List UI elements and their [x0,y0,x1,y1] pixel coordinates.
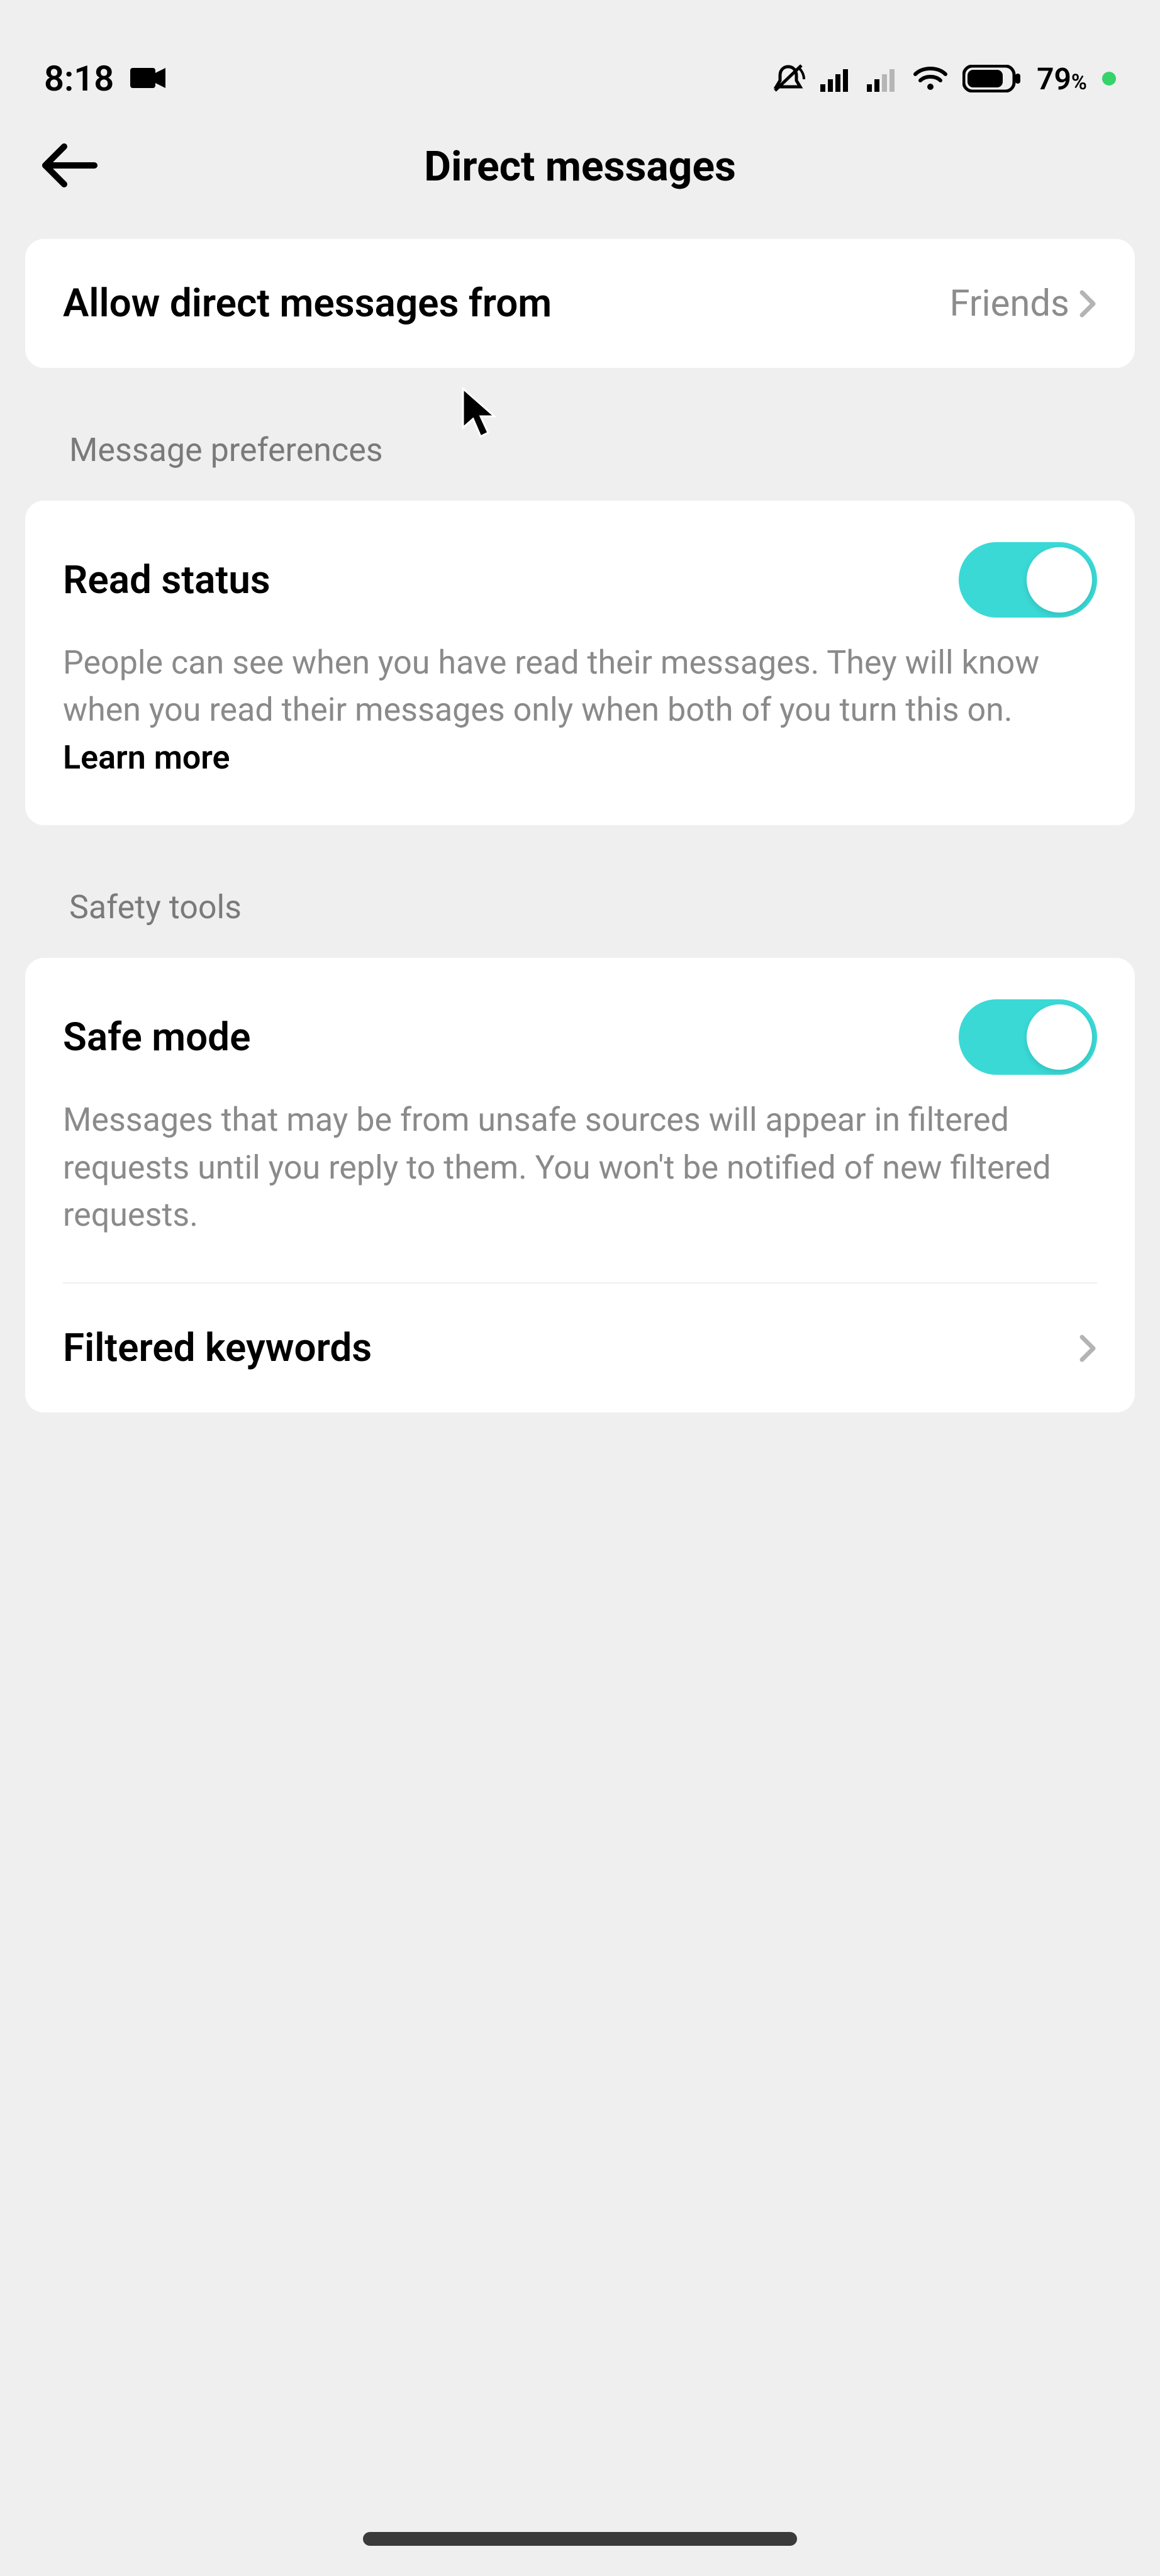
allow-from-value: Friends [949,282,1069,325]
learn-more-link[interactable]: Learn more [63,738,230,777]
filtered-keywords-row[interactable]: Filtered keywords [25,1284,1135,1413]
battery-icon [962,65,1022,92]
read-status-description: People can see when you have read their … [63,639,1095,781]
battery-pct: 79% [1037,61,1087,97]
status-right: 79% [771,61,1116,97]
status-bar: 8:18 [0,0,1160,113]
safe-mode-toggle[interactable] [959,999,1097,1075]
camera-icon [130,58,167,99]
page-title: Direct messages [0,143,1160,191]
allow-from-value-wrap: Friends [949,282,1097,325]
safe-mode-row: Safe mode Messages that may be from unsa… [25,958,1135,1282]
safety-tools-label: Safety tools [25,825,1135,958]
signal-2-icon [867,65,898,92]
wifi-icon [913,65,947,92]
read-status-title: Read status [63,557,270,603]
safe-mode-description: Messages that may be from unsafe sources… [63,1096,1095,1238]
signal-1-icon [820,65,852,92]
safety-tools-card: Safe mode Messages that may be from unsa… [25,958,1135,1413]
toggle-knob [1027,547,1092,613]
chevron-right-icon [1078,1333,1097,1363]
page-header: Direct messages [0,113,1160,220]
privacy-indicator-dot-icon [1102,72,1116,86]
status-left: 8:18 [44,58,167,99]
toggle-knob [1027,1004,1092,1070]
read-status-row: Read status People can see when you have… [25,501,1135,825]
home-indicator[interactable] [363,2532,797,2546]
allow-from-card: Allow direct messages from Friends [25,239,1135,368]
mute-icon [771,63,805,94]
read-status-toggle[interactable] [959,542,1097,618]
message-prefs-card: Read status People can see when you have… [25,501,1135,825]
chevron-right-icon [1078,289,1097,319]
filtered-keywords-title: Filtered keywords [63,1325,372,1371]
back-button[interactable] [38,140,101,193]
status-time: 8:18 [44,58,114,99]
safe-mode-title: Safe mode [63,1014,250,1060]
allow-from-label: Allow direct messages from [63,280,552,326]
allow-direct-messages-row[interactable]: Allow direct messages from Friends [25,239,1135,368]
message-preferences-label: Message preferences [25,368,1135,501]
page-content: Allow direct messages from Friends Messa… [0,220,1160,1413]
